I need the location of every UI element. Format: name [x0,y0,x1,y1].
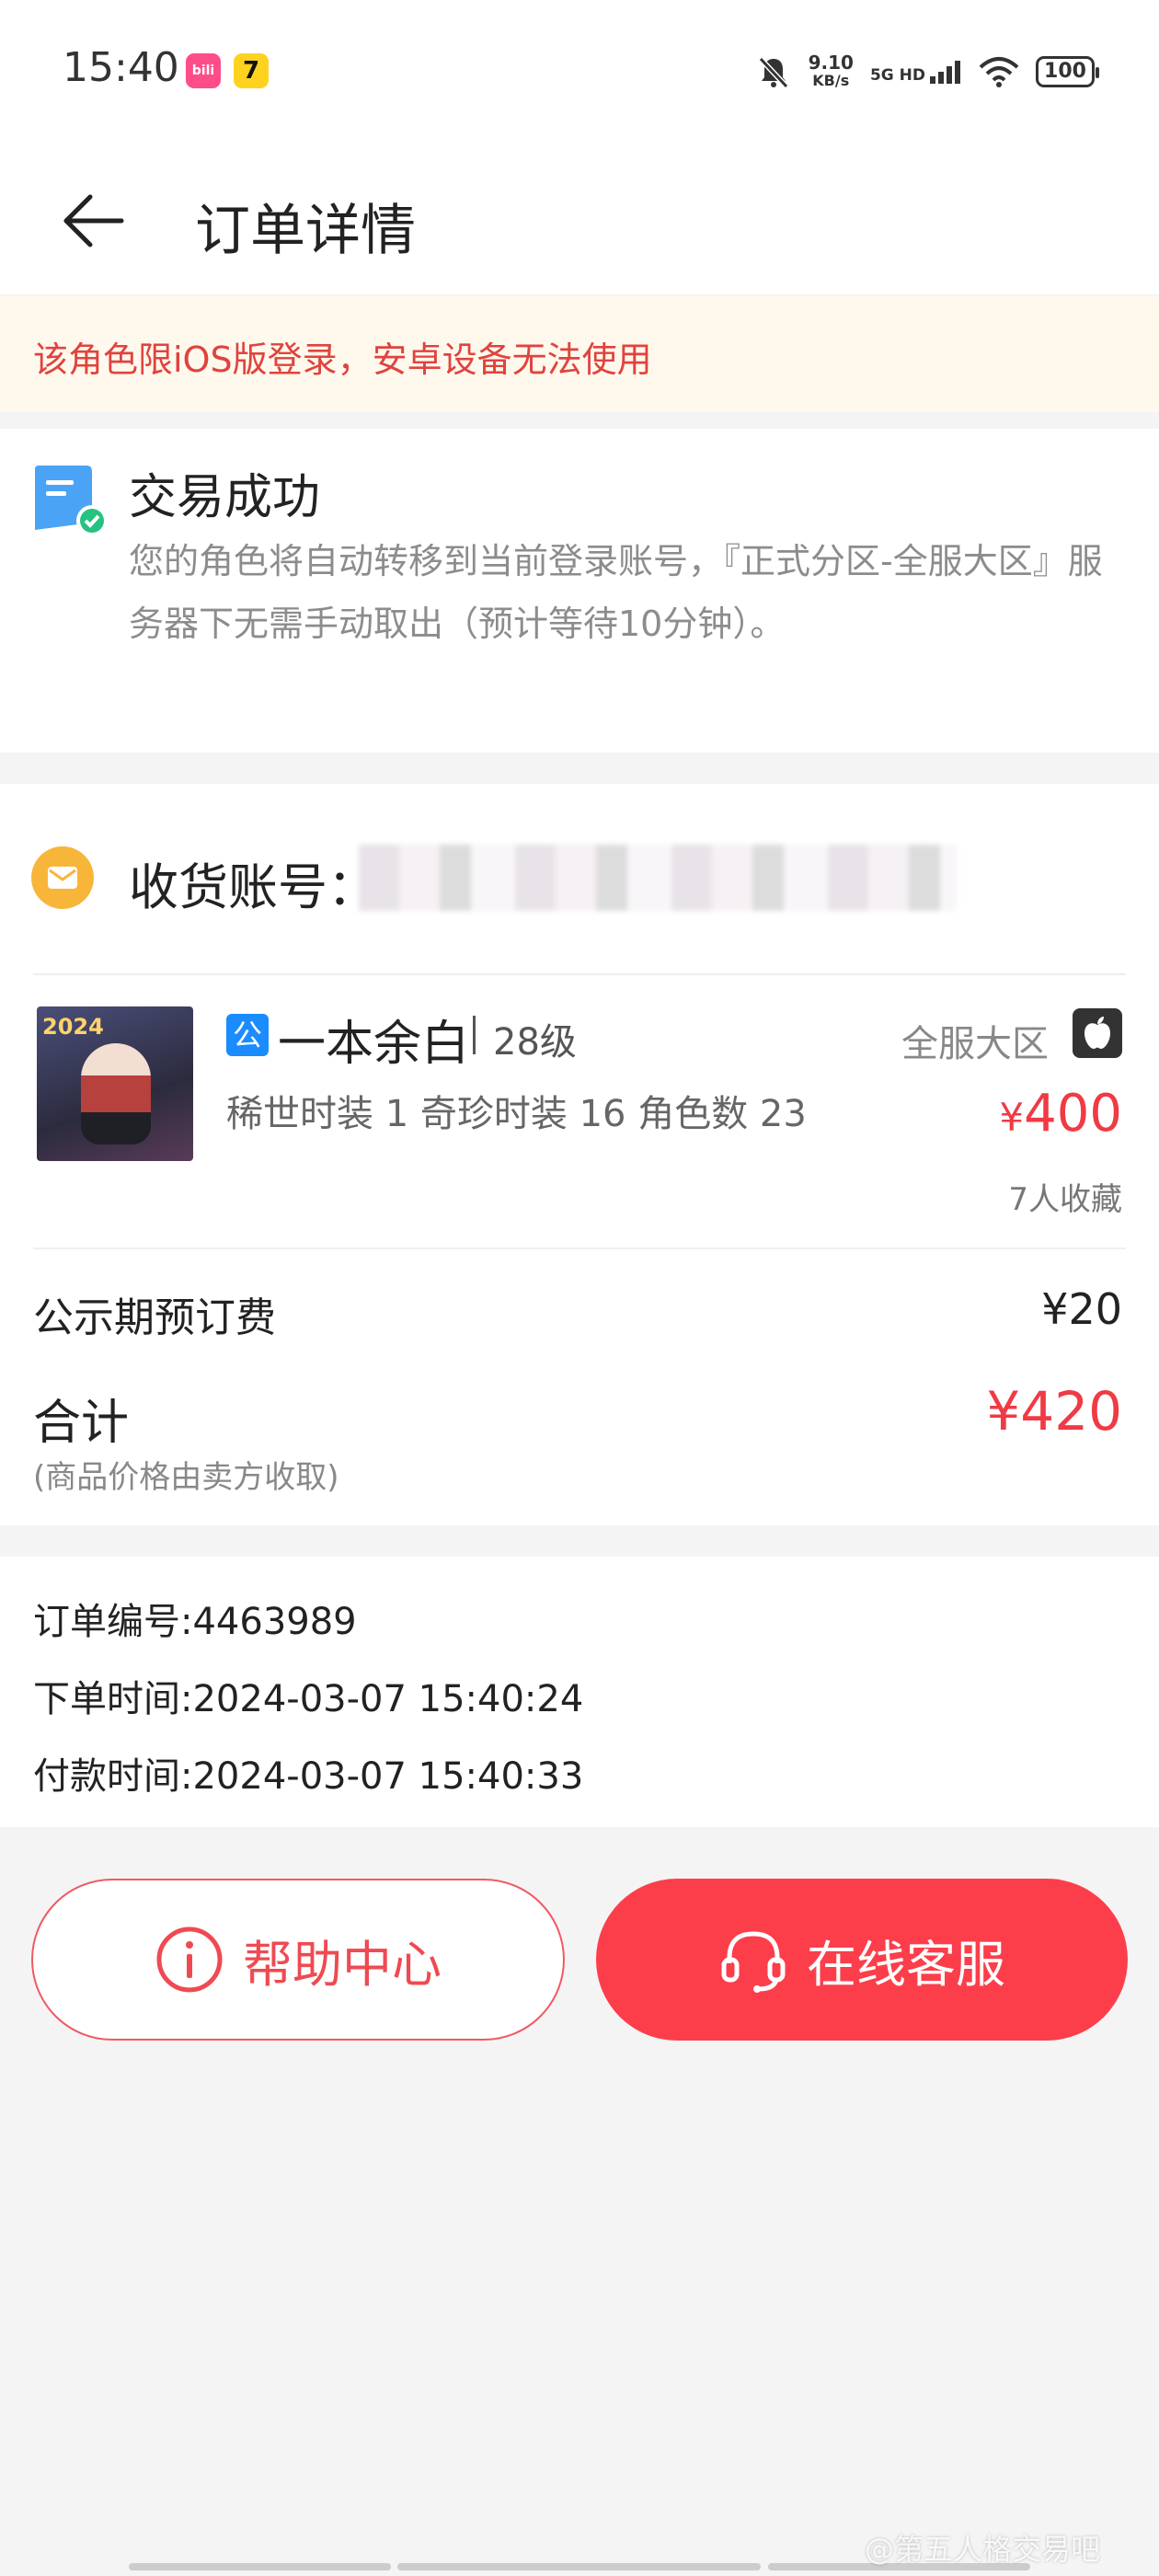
favorites-count: 7人收藏 [1008,1181,1122,1218]
price-value: 400 [1024,1084,1122,1144]
price-symbol: ¥ [999,1095,1025,1140]
network-type: 5G HD [869,66,925,85]
page-title: 订单详情 [195,199,416,263]
public-badge: 公 [226,1014,269,1056]
fee-label: 公示期预订费 [33,1294,276,1341]
mute-bell-icon [758,56,788,89]
role-level: 28级 [493,1021,577,1064]
speed-value: 9.10 [808,52,854,74]
thumbnail-year: 2024 [42,1014,104,1040]
warning-text: 该角色限iOS版登录，安卓设备无法使用 [33,339,652,380]
watermark: @第五人格交易吧 [865,2532,1101,2567]
apple-icon [1073,1008,1122,1058]
order-time: 下单时间:2024-03-07 15:40:24 [33,1678,584,1720]
account-label: 收货账号： [129,858,377,916]
cell-signal: 5G HD [870,60,962,84]
status-time: 15:40 [63,44,179,91]
mail-icon [31,846,94,909]
fee-value: ¥20 [1041,1284,1122,1334]
account-value-blurred [359,845,957,911]
role-tags: 稀世时装 1 奇珍时装 16 角色数 23 [226,1093,807,1135]
order-info-card: 订单编号:4463989 下单时间:2024-03-07 15:40:24 付款… [0,1557,1159,1827]
thumbnail-character [81,1043,151,1144]
gesture-bar [129,2563,391,2570]
separator [473,1016,476,1054]
headset-icon [721,1931,786,1993]
help-center-label: 帮助中心 [243,1935,442,1994]
status-title: 交易成功 [129,470,321,525]
item-price: ¥400 [999,1084,1122,1144]
status-indicators: 9.10 KB/s 5G HD 100 [755,46,1099,98]
online-service-label: 在线客服 [807,1935,1005,1994]
battery-indicator: 100 [1036,56,1099,87]
total-label: 合计 [33,1396,130,1451]
status-description: 您的角色将自动转移到当前登录账号，『正式分区-全服大区』服务器下无需手动取出（预… [129,541,1103,644]
status-bar: 15:40 bili 7 9.10 KB/s 5G HD 100 [0,0,1159,147]
warning-banner: 该角色限iOS版登录，安卓设备无法使用 [0,296,1159,412]
wifi-icon [979,57,1019,87]
help-center-button[interactable]: 帮助中心 [31,1879,565,2041]
order-number: 订单编号:4463989 [33,1601,357,1643]
info-circle-icon [156,1926,223,1993]
role-thumbnail[interactable]: 2024 [37,1006,193,1161]
server-name: 全服大区 [901,1023,1049,1065]
divider [33,973,1126,975]
back-arrow-icon[interactable] [57,184,131,258]
document-check-icon [35,466,108,536]
online-service-button[interactable]: 在线客服 [596,1879,1128,2041]
gesture-bar [397,2563,761,2570]
role-name: 一本余白 [278,1017,470,1072]
total-note: (商品价格由卖方收取) [33,1459,339,1496]
order-card: 收货账号： 2024 公 一本余白 28级 全服大区 稀世时装 1 奇珍时装 1… [0,784,1159,1525]
header: 订单详情 [0,147,1159,294]
divider [33,1248,1126,1249]
total-value: ¥420 [986,1380,1122,1443]
speed-unit: KB/s [812,72,850,89]
signal-bars-icon [930,61,960,84]
bilibili-app-icon: bili [186,53,221,88]
payment-time: 付款时间:2024-03-07 15:40:33 [33,1755,584,1798]
network-speed: 9.10 KB/s [809,53,854,90]
tencent-app-icon: 7 [234,53,269,88]
transaction-status-card: 交易成功 您的角色将自动转移到当前登录账号，『正式分区-全服大区』服务器下无需手… [0,429,1159,753]
